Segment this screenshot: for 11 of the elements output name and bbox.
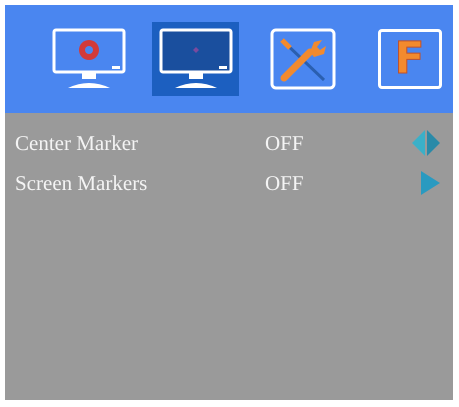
right-arrow-icon xyxy=(419,170,441,196)
menu-tab[interactable] xyxy=(152,22,239,96)
setting-label: Center Marker xyxy=(15,130,140,156)
menu-tab[interactable]: F xyxy=(366,22,453,96)
wrench-screwdriver-icon xyxy=(270,28,336,90)
monitor-icon xyxy=(158,28,232,90)
setting-label: Screen Markers xyxy=(15,170,148,196)
left-right-arrows-icon xyxy=(411,128,441,158)
setting-value: OFF xyxy=(265,130,305,156)
letter-icon: F xyxy=(378,29,442,89)
setting-value: OFF xyxy=(265,170,305,196)
